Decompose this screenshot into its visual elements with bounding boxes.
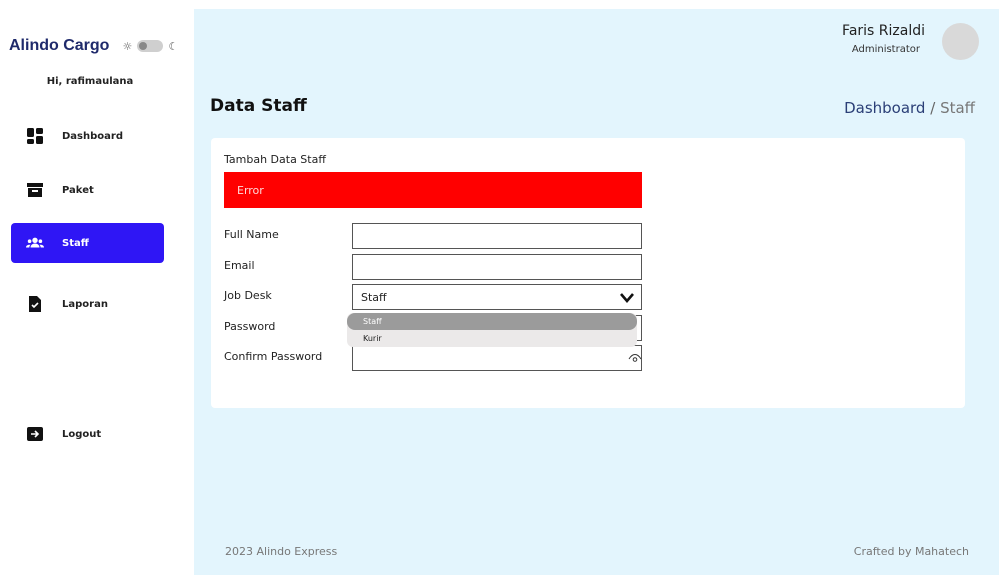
confirm-password-input[interactable]	[352, 345, 642, 371]
full-name-row: Full Name	[224, 223, 644, 249]
sidebar-item-label: Staff	[62, 237, 89, 249]
email-label: Email	[224, 259, 255, 272]
full-name-label: Full Name	[224, 228, 279, 241]
users-icon	[26, 234, 44, 252]
breadcrumb-current: Staff	[940, 99, 975, 117]
footer-copyright: 2023 Alindo Express	[225, 545, 338, 558]
archive-box-icon	[26, 181, 44, 199]
dropdown-option-staff[interactable]: Staff	[347, 313, 637, 330]
sidebar-item-staff[interactable]: Staff	[11, 223, 164, 263]
sidebar: Alindo Cargo ☼ ☾ Hi, rafimaulana Dashboa…	[0, 0, 194, 575]
greeting: Hi, rafimaulana	[46, 76, 134, 87]
breadcrumb: Dashboard / Staff	[844, 99, 975, 117]
full-name-input[interactable]	[352, 223, 642, 249]
sidebar-item-laporan[interactable]: Laporan	[11, 284, 164, 324]
confirm-password-row: Confirm Password	[224, 345, 644, 371]
sidebar-item-paket[interactable]: Paket	[11, 170, 164, 210]
moon-icon: ☾	[168, 39, 179, 53]
error-text: Error	[237, 183, 264, 197]
card-title: Tambah Data Staff	[224, 153, 326, 166]
email-input[interactable]	[352, 254, 642, 280]
dropdown-option-kurir[interactable]: Kurir	[347, 330, 637, 347]
app-root: Alindo Cargo ☼ ☾ Hi, rafimaulana Dashboa…	[0, 0, 999, 575]
switch-knob	[139, 42, 148, 50]
eye-icon[interactable]	[628, 352, 642, 364]
job-desk-selected-value: Staff	[361, 290, 387, 304]
breadcrumb-separator: /	[925, 99, 941, 117]
add-staff-card: Tambah Data Staff Error Full Name Email …	[211, 138, 965, 408]
brand-name: Alindo Cargo	[9, 37, 110, 54]
brand: Alindo Cargo ☼ ☾	[9, 37, 179, 55]
grid-icon	[26, 127, 44, 145]
sidebar-item-dashboard[interactable]: Dashboard	[11, 116, 164, 156]
sidebar-item-label: Logout	[62, 428, 102, 440]
job-desk-dropdown: Staff Kurir	[347, 313, 637, 347]
logout-icon	[26, 425, 44, 443]
page-title: Data Staff	[210, 96, 307, 116]
email-row: Email	[224, 254, 644, 280]
job-desk-label: Job Desk	[224, 289, 272, 302]
sun-icon: ☼	[122, 39, 133, 53]
theme-toggle[interactable]: ☼ ☾	[121, 40, 179, 52]
chevron-down-icon	[620, 293, 634, 303]
error-alert: Error	[224, 172, 642, 208]
user-name: Faris Rizaldi	[842, 23, 925, 39]
sidebar-item-label: Laporan	[62, 298, 108, 310]
document-check-icon	[26, 295, 44, 313]
confirm-password-label: Confirm Password	[224, 350, 323, 363]
breadcrumb-dashboard-link[interactable]: Dashboard	[844, 99, 925, 117]
sidebar-item-label: Dashboard	[62, 130, 123, 142]
footer-credit: Crafted by Mahatech	[853, 545, 969, 558]
sidebar-item-logout[interactable]: Logout	[11, 414, 164, 454]
theme-switch[interactable]	[137, 40, 164, 52]
sidebar-item-label: Paket	[62, 184, 94, 196]
password-label: Password	[224, 320, 276, 333]
job-desk-select[interactable]: Staff	[352, 284, 642, 310]
job-desk-row: Job Desk Staff	[224, 284, 644, 310]
user-role: Administrator	[851, 44, 920, 55]
main-content: Faris Rizaldi Administrator Data Staff D…	[194, 9, 999, 575]
avatar[interactable]	[942, 23, 979, 60]
